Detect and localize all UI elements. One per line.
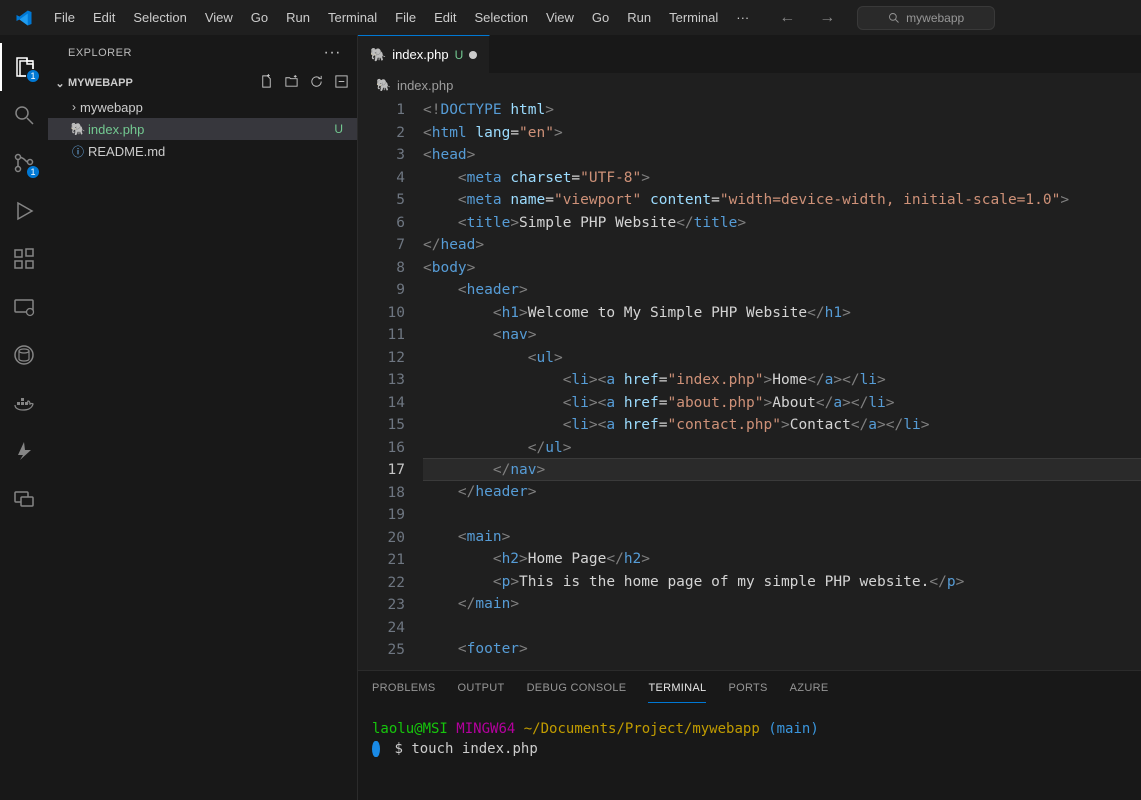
new-folder-icon[interactable] — [284, 74, 299, 92]
php-file-icon: 🐘 — [68, 122, 88, 136]
activity-docker-icon[interactable] — [0, 379, 48, 427]
menu-selection[interactable]: Selection — [125, 6, 194, 29]
activity-chat-icon[interactable] — [0, 475, 48, 523]
code-editor[interactable]: 1234567891011121314151617181920212223242… — [358, 97, 1141, 670]
activity-debug-icon[interactable] — [0, 187, 48, 235]
menu-run[interactable]: Run — [619, 6, 659, 29]
terminal-cwd: ~/Documents/Project/mywebapp — [524, 721, 760, 737]
activity-database-icon[interactable] — [0, 331, 48, 379]
panel-tab-terminal[interactable]: TERMINAL — [648, 674, 706, 703]
activity-search-icon[interactable] — [0, 91, 48, 139]
panel-tab-problems[interactable]: PROBLEMS — [372, 674, 436, 702]
new-file-icon[interactable] — [259, 74, 274, 92]
menu-terminal[interactable]: Terminal — [320, 6, 385, 29]
project-name: MYWEBAPP — [68, 77, 133, 89]
tree-item-index-php[interactable]: 🐘index.phpU — [48, 118, 357, 140]
refresh-icon[interactable] — [309, 74, 324, 92]
menu-edit[interactable]: Edit — [426, 6, 464, 29]
menu-overflow-icon[interactable]: ··· — [728, 6, 757, 29]
tab-filename: index.php — [392, 47, 448, 62]
tree-item-label: mywebapp — [80, 100, 357, 115]
tab-index-php[interactable]: 🐘 index.php U — [358, 35, 490, 73]
breadcrumb-file: index.php — [397, 78, 453, 93]
activity-explorer-icon[interactable]: 1 — [0, 43, 48, 91]
tab-git-status: U — [455, 48, 464, 62]
command-center-search[interactable]: mywebapp — [857, 6, 995, 30]
activity-remote-icon[interactable] — [0, 283, 48, 331]
sidebar-more-icon[interactable]: ··· — [324, 44, 341, 62]
panel-tab-ports[interactable]: PORTS — [728, 674, 767, 702]
menu-view[interactable]: View — [197, 6, 241, 29]
explorer-sidebar: EXPLORER ··· ⌄ MYWEBAPP ›mywebapp🐘index.… — [48, 35, 358, 800]
tree-item-README-md[interactable]: ⓘREADME.md — [48, 140, 357, 162]
menu-selection[interactable]: Selection — [466, 6, 535, 29]
tree-item-label: README.md — [88, 144, 357, 159]
search-icon — [888, 12, 900, 24]
tab-modified-dot-icon[interactable] — [469, 51, 477, 59]
editor-tabs: 🐘 index.php U — [358, 35, 1141, 73]
menu-file[interactable]: File — [46, 6, 83, 29]
menu-file[interactable]: File — [387, 6, 424, 29]
menu-run[interactable]: Run — [278, 6, 318, 29]
activity-extensions-icon[interactable] — [0, 235, 48, 283]
activity-scm-icon[interactable]: 1 — [0, 139, 48, 187]
terminal-branch: (main) — [768, 721, 819, 737]
activity-bar: 1 1 — [0, 35, 48, 800]
scm-badge: 1 — [26, 165, 40, 179]
nav-forward-icon[interactable]: → — [817, 7, 837, 29]
menu-terminal[interactable]: Terminal — [661, 6, 726, 29]
title-bar: FileEditSelectionViewGoRunTerminal FileE… — [0, 0, 1141, 35]
nav-back-icon[interactable]: ← — [777, 7, 797, 29]
collapse-icon[interactable] — [334, 74, 349, 92]
search-placeholder: mywebapp — [906, 11, 964, 25]
git-status: U — [334, 122, 343, 136]
menu-edit[interactable]: Edit — [85, 6, 123, 29]
bottom-panel: PROBLEMS OUTPUT DEBUG CONSOLE TERMINAL PORTS… — [358, 670, 1141, 800]
editor-area: 🐘 index.php U 🐘 index.php 12345678910111… — [358, 35, 1141, 800]
panel-tab-debug-console[interactable]: DEBUG CONSOLE — [527, 674, 627, 702]
panel-tab-azure[interactable]: AZURE — [790, 674, 829, 702]
terminal-prompt: $ — [394, 741, 402, 757]
chevron-down-icon: ⌄ — [52, 77, 68, 90]
terminal-shell: MINGW64 — [456, 721, 515, 737]
terminal-user: laolu@MSI — [372, 721, 448, 737]
explorer-badge: 1 — [26, 69, 40, 83]
tree-item-label: index.php — [88, 122, 334, 137]
menu-view[interactable]: View — [538, 6, 582, 29]
terminal-output[interactable]: laolu@MSI MINGW64 ~/Documents/Project/my… — [358, 705, 1141, 800]
menu-go[interactable]: Go — [243, 6, 276, 29]
vscode-logo-icon — [12, 6, 36, 30]
php-file-icon: 🐘 — [376, 78, 391, 92]
panel-tab-output[interactable]: OUTPUT — [458, 674, 505, 702]
breadcrumb[interactable]: 🐘 index.php — [358, 73, 1141, 97]
sidebar-title: EXPLORER — [68, 47, 132, 59]
menu-go[interactable]: Go — [584, 6, 617, 29]
tree-item-mywebapp[interactable]: ›mywebapp — [48, 96, 357, 118]
php-file-icon: 🐘 — [370, 47, 386, 63]
info-file-icon: ⓘ — [68, 143, 88, 160]
chevron-right-icon: › — [68, 100, 80, 114]
activity-azure-icon[interactable] — [0, 427, 48, 475]
project-header[interactable]: ⌄ MYWEBAPP — [48, 70, 357, 96]
terminal-cursor-icon — [372, 741, 380, 757]
terminal-command: touch index.php — [411, 741, 537, 757]
